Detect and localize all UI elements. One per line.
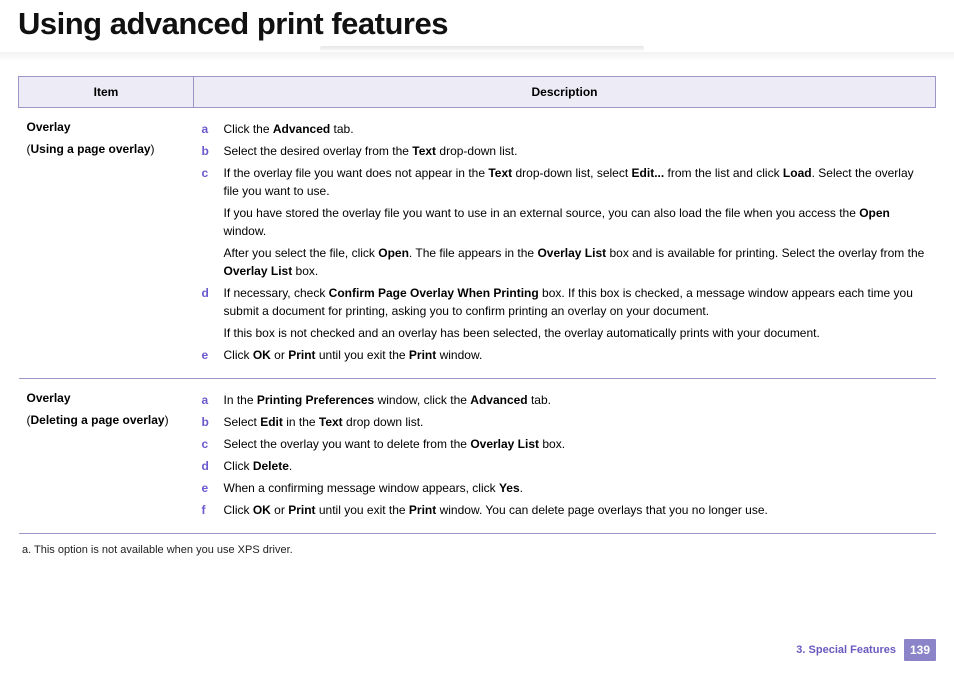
step-item: d Click Delete. [202,455,928,477]
step-marker: c [202,435,214,453]
table-row: Overlay (Deleting a page overlay) a In the … [19,379,936,534]
feature-table: Item Description Overlay (Using a page ov… [18,76,936,534]
step-item: e When a confirming message window appear… [202,477,928,499]
step-item: cIf the overlay file you want does not a… [202,162,928,282]
step-body: In the Printing Preferences window, clic… [224,391,928,409]
step-extra: If this box is not checked and an overla… [224,324,928,342]
step-body: Select the desired overlay from the Text… [224,142,928,160]
item-title: Overlay [27,118,186,136]
footer-chapter: 3. Special Features [796,644,896,656]
step-body: Click the Advanced tab. [224,120,928,138]
step-body: If the overlay file you want does not ap… [224,164,928,280]
step-body: Select Edit in the Text drop down list. [224,413,928,431]
step-marker: e [202,479,214,497]
step-item: b Select the desired overlay from the Tex… [202,140,928,162]
step-marker: f [202,501,214,519]
footer-page-number: 139 [904,639,936,661]
step-item: dIf necessary, check Confirm Page Overla… [202,282,928,344]
step-marker: c [202,164,214,280]
col-header-item: Item [19,77,194,108]
step-body: If necessary, check Confirm Page Overlay… [224,284,928,342]
description-cell: a In the Printing Preferences window, cli… [194,379,936,534]
step-marker: d [202,284,214,342]
col-header-description: Description [194,77,936,108]
step-marker: e [202,346,214,364]
step-item: a In the Printing Preferences window, cli… [202,389,928,411]
step-item: e Click OK or Print until you exit the Pr… [202,344,928,366]
page-footer: 3. Special Features 139 [796,639,936,661]
step-body: Click OK or Print until you exit the Pri… [224,501,928,519]
item-subtitle: (Using a page overlay) [27,140,186,158]
step-body: When a confirming message window appears… [224,479,928,497]
footnote-a: a. This option is not available when you… [18,544,936,556]
step-marker: a [202,391,214,409]
step-body: Click Delete. [224,457,928,475]
page-title: Using advanced print features [18,0,936,52]
step-item: a Click the Advanced tab. [202,118,928,140]
step-marker: a [202,120,214,138]
step-body: Select the overlay you want to delete fr… [224,435,928,453]
header-divider [0,52,954,62]
item-title: Overlay [27,389,186,407]
step-marker: b [202,142,214,160]
step-marker: d [202,457,214,475]
step-item: b Select Edit in the Text drop down list. [202,411,928,433]
step-body: Click OK or Print until you exit the Pri… [224,346,928,364]
step-item: f Click OK or Print until you exit the Pr… [202,499,928,521]
item-subtitle: (Deleting a page overlay) [27,411,186,429]
step-marker: b [202,413,214,431]
item-cell: Overlay (Deleting a page overlay) [19,379,194,534]
step-list: a Click the Advanced tab. b Select the desi… [202,118,928,366]
step-item: c Select the overlay you want to delete f… [202,433,928,455]
step-extra: If you have stored the overlay file you … [224,204,928,240]
description-cell: a Click the Advanced tab. b Select the desi… [194,108,936,379]
header-gradient [320,46,644,51]
item-cell: Overlay (Using a page overlay) [19,108,194,379]
step-list: a In the Printing Preferences window, cli… [202,389,928,521]
step-extra: After you select the file, click Open. T… [224,244,928,280]
table-row: Overlay (Using a page overlay) a Click the … [19,108,936,379]
